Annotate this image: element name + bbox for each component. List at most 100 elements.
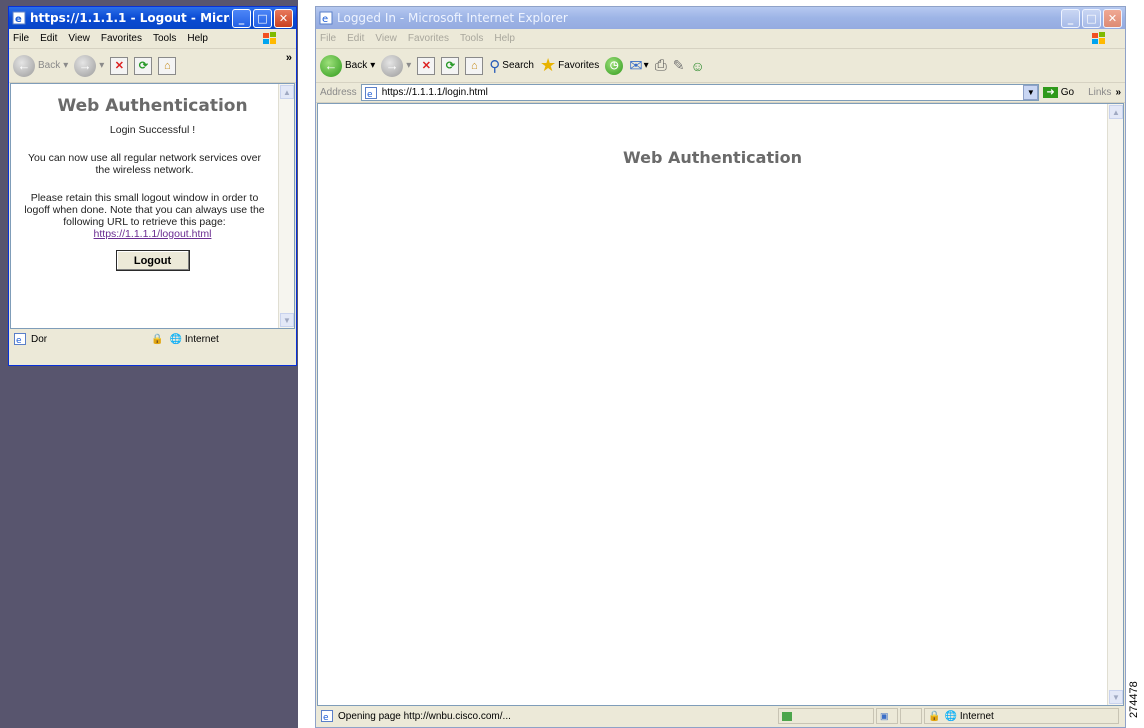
zone-cell: 🔒 🌐 Internet xyxy=(924,708,1119,724)
back-label: Back xyxy=(345,60,368,71)
dropdown-arrow-icon: ▾ xyxy=(643,60,649,71)
globe-icon: 🌐 xyxy=(944,710,957,722)
logout-page-content: Web Authentication Login Successful ! Yo… xyxy=(10,83,295,329)
globe-icon: 🌐 xyxy=(169,333,182,345)
close-button[interactable]: ✕ xyxy=(274,8,293,28)
retain-window-message: Please retain this small logout window i… xyxy=(24,192,265,228)
minimize-button[interactable]: _ xyxy=(232,8,251,28)
stop-button[interactable]: ✕ xyxy=(417,56,436,75)
links-label[interactable]: Links xyxy=(1088,87,1111,98)
menu-file[interactable]: File xyxy=(320,33,336,44)
close-button[interactable]: ✕ xyxy=(1103,8,1122,28)
ie-page-icon: e xyxy=(12,11,26,25)
favorites-label: Favorites xyxy=(558,60,600,71)
menu-view[interactable]: View xyxy=(68,33,90,44)
menu-view[interactable]: View xyxy=(375,33,397,44)
forward-button[interactable]: → ▾ xyxy=(74,54,105,77)
main-window-titlebar[interactable]: e Logged In - Microsoft Internet Explore… xyxy=(316,7,1125,29)
back-arrow-icon: ← xyxy=(320,54,342,77)
forward-button[interactable]: → ▾ xyxy=(381,54,411,77)
back-button[interactable]: ← Back ▾ xyxy=(13,54,69,77)
logout-menubar: File Edit View Favorites Tools Help xyxy=(9,29,296,49)
stop-icon: ✕ xyxy=(110,56,129,75)
windows-flag-icon xyxy=(261,31,279,47)
dropdown-arrow-icon[interactable]: ▼ xyxy=(1023,85,1039,100)
menu-help[interactable]: Help xyxy=(494,33,515,44)
stop-button[interactable]: ✕ xyxy=(110,56,129,75)
print-button[interactable]: ⎙ xyxy=(655,57,667,74)
menu-favorites[interactable]: Favorites xyxy=(101,33,142,44)
network-message: You can now use all regular network serv… xyxy=(27,152,262,176)
address-label: Address xyxy=(320,87,357,98)
menu-tools[interactable]: Tools xyxy=(153,33,176,44)
scroll-down-icon[interactable]: ▼ xyxy=(280,313,294,327)
favorites-button[interactable]: ★ Favorites xyxy=(540,55,599,76)
edit-icon: ✎ xyxy=(672,57,685,73)
address-input[interactable]: e https://1.1.1.1/login.html ▼ xyxy=(360,84,1040,101)
mail-icon: ✉ xyxy=(629,57,643,75)
logout-window: e https://1.1.1.1 - Logout - Micros... _… xyxy=(8,6,297,366)
lock-icon: 🔒 xyxy=(928,710,941,722)
maximize-button[interactable]: □ xyxy=(1082,8,1101,28)
windows-flag-icon xyxy=(1090,31,1108,47)
home-button[interactable]: ⌂ xyxy=(158,56,177,75)
back-button[interactable]: ← Back ▾ xyxy=(320,54,376,77)
ie-page-icon: e xyxy=(319,11,333,25)
refresh-icon: ⟳ xyxy=(441,56,460,75)
menu-edit[interactable]: Edit xyxy=(40,33,57,44)
logout-window-title: https://1.1.1.1 - Logout - Micros... xyxy=(30,11,230,25)
go-arrow-icon[interactable]: ➜ xyxy=(1043,87,1058,98)
scroll-down-icon[interactable]: ▼ xyxy=(1109,690,1123,704)
menu-tools[interactable]: Tools xyxy=(460,33,483,44)
logout-toolbar: ← Back ▾ → ▾ ✕ ⟳ ⌂ » xyxy=(9,49,296,83)
ie-page-icon: e xyxy=(320,709,334,723)
go-button[interactable]: Go xyxy=(1061,87,1074,98)
menu-help[interactable]: Help xyxy=(187,33,208,44)
refresh-button[interactable]: ⟳ xyxy=(441,56,460,75)
svg-text:e: e xyxy=(323,713,329,722)
search-button[interactable]: ⚲ Search xyxy=(489,57,534,75)
edit-button[interactable]: ✎ xyxy=(673,57,685,74)
menu-favorites[interactable]: Favorites xyxy=(408,33,449,44)
status-cell xyxy=(900,708,922,724)
address-url: https://1.1.1.1/login.html xyxy=(381,87,488,98)
logout-url-link[interactable]: https://1.1.1.1/logout.html xyxy=(94,228,212,240)
zone-label: Internet xyxy=(184,333,219,345)
dropdown-arrow-icon: ▾ xyxy=(370,60,376,71)
page-heading: Web Authentication xyxy=(623,148,802,167)
main-page-content: Web Authentication ▲ ▼ xyxy=(317,103,1124,706)
history-button[interactable]: ◷ xyxy=(605,56,624,75)
links-chevron-icon[interactable]: » xyxy=(1115,87,1121,98)
menu-file[interactable]: File xyxy=(13,33,29,44)
logout-window-titlebar[interactable]: e https://1.1.1.1 - Logout - Micros... _… xyxy=(9,7,296,29)
minimize-button[interactable]: _ xyxy=(1061,8,1080,28)
progress-cell xyxy=(778,708,874,724)
vertical-scrollbar[interactable]: ▲ ▼ xyxy=(278,84,294,328)
maximize-button[interactable]: □ xyxy=(253,8,272,28)
history-icon: ◷ xyxy=(605,56,624,75)
progress-bar xyxy=(782,711,792,721)
home-button[interactable]: ⌂ xyxy=(465,56,484,75)
login-status-text: Login Successful ! xyxy=(109,124,196,136)
refresh-button[interactable]: ⟳ xyxy=(134,56,153,75)
lock-icon: 🔒 xyxy=(151,333,164,345)
search-icon: ⚲ xyxy=(489,57,501,75)
popup-icon: ▣ xyxy=(880,710,889,721)
ie-page-icon: e xyxy=(364,86,378,100)
logout-button[interactable]: Logout xyxy=(115,250,190,271)
forward-arrow-icon: → xyxy=(381,54,404,77)
dropdown-arrow-icon: ▾ xyxy=(99,60,105,71)
scroll-up-icon[interactable]: ▲ xyxy=(1109,105,1123,119)
messenger-button[interactable]: ☺ xyxy=(690,58,704,74)
main-browser-window: e Logged In - Microsoft Internet Explore… xyxy=(315,6,1126,728)
svg-text:e: e xyxy=(16,336,22,345)
ie-page-icon: e xyxy=(13,332,27,346)
toolbar-chevron-icon[interactable]: » xyxy=(286,52,292,64)
main-statusbar: e Opening page http://wnbu.cisco.com/...… xyxy=(316,706,1125,726)
vertical-scrollbar[interactable]: ▲ ▼ xyxy=(1107,104,1123,705)
dropdown-arrow-icon: ▾ xyxy=(63,60,69,71)
scroll-up-icon[interactable]: ▲ xyxy=(280,85,294,99)
menu-edit[interactable]: Edit xyxy=(347,33,364,44)
mail-button[interactable]: ✉ ▾ xyxy=(629,56,648,76)
page-heading: Web Authentication xyxy=(57,96,248,116)
